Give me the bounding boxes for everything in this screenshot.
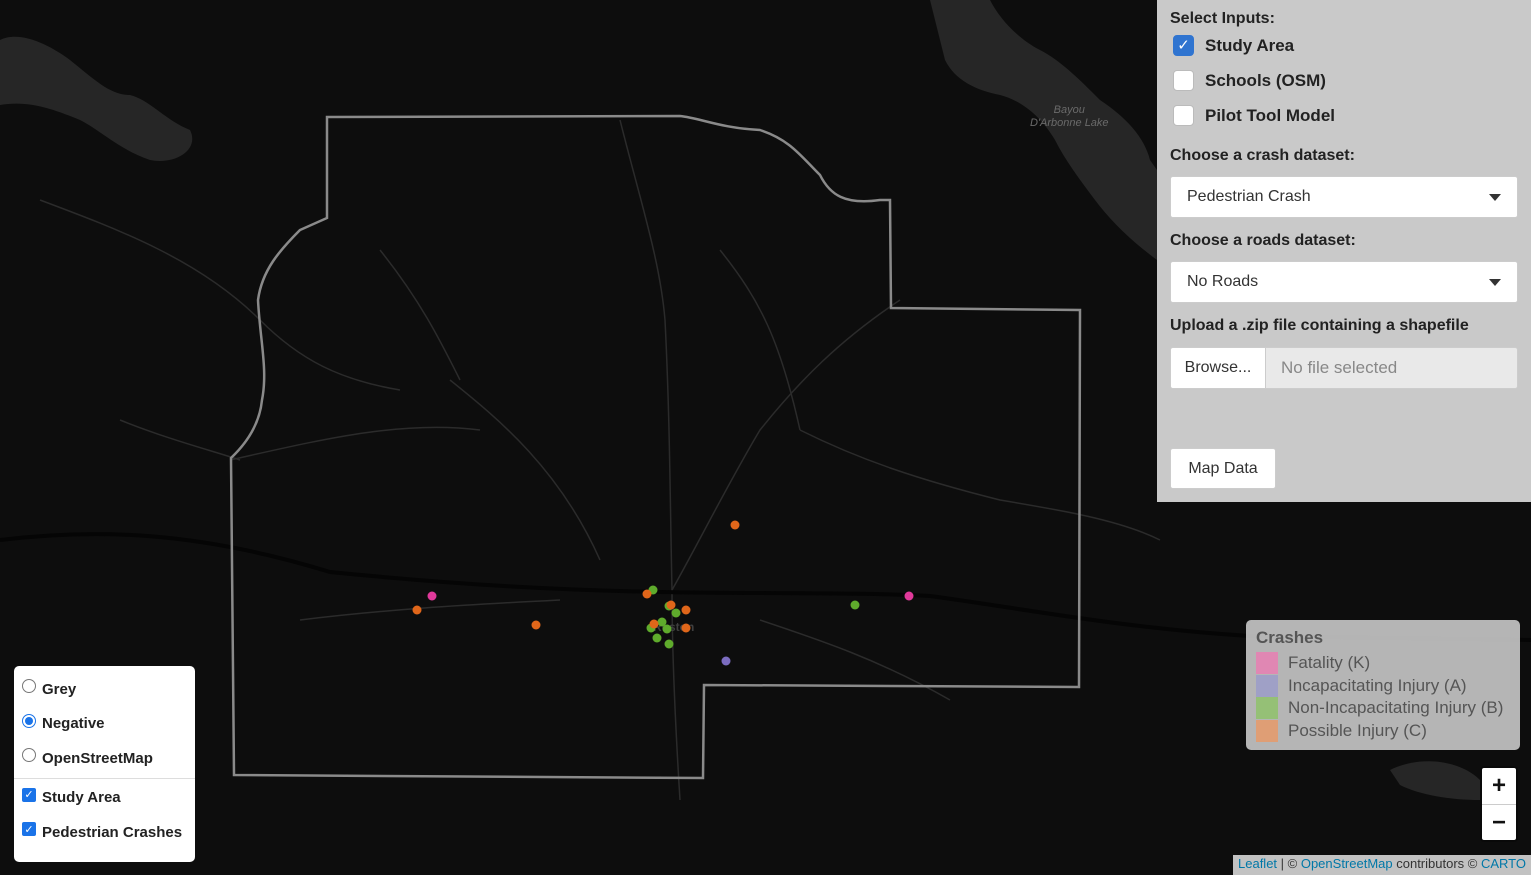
layer-label: OpenStreetMap [42,749,153,767]
zoom-in-button[interactable]: + [1482,768,1516,804]
legend-item-possible: Possible Injury (C) [1256,719,1510,743]
legend-label: Possible Injury (C) [1288,720,1427,740]
map-attribution: Leaflet | © OpenStreetMap contributors ©… [1233,855,1531,875]
layer-label: Negative [42,715,105,733]
radio-button[interactable] [22,679,36,694]
crash-marker-possible[interactable] [681,623,691,633]
input-label: Study Area [1205,35,1295,55]
crash-marker-non-incapacitating[interactable] [671,608,681,618]
crash-marker-incapacitating[interactable] [721,656,731,666]
input-label: Pilot Tool Model [1205,105,1335,125]
crash-marker-possible[interactable] [642,589,652,599]
crash-marker-possible[interactable] [730,520,740,530]
legend-label: Incapacitating Injury (A) [1288,675,1467,695]
select-value: Pedestrian Crash [1187,188,1311,205]
crash-marker-non-incapacitating[interactable] [850,600,860,610]
checkbox[interactable]: ✓ [22,822,36,837]
file-name-field[interactable]: No file selected [1266,347,1518,389]
attribution-text: contributors © [1392,856,1481,871]
crash-marker-fatality[interactable] [427,591,437,601]
radio-button[interactable] [22,713,36,728]
roads-dataset-select[interactable]: No Roads [1170,261,1518,303]
crash-marker-possible[interactable] [531,620,541,630]
leaflet-link[interactable]: Leaflet [1238,856,1277,871]
crash-dataset-select[interactable]: Pedestrian Crash [1170,176,1518,218]
check-icon: ✓ [1177,37,1190,54]
zoom-control: + − [1480,766,1518,842]
roads-dataset-label: Choose a roads dataset: [1170,232,1356,249]
layer-label: Grey [42,680,77,698]
select-inputs-heading: Select Inputs: [1170,10,1275,27]
select-value: No Roads [1187,273,1259,290]
legend-swatch [1256,674,1278,697]
checkbox[interactable] [1173,70,1194,91]
crash-dataset-label: Choose a crash dataset: [1170,147,1355,164]
layer-label: Study Area [42,789,121,807]
osm-link[interactable]: OpenStreetMap [1301,856,1393,871]
legend-item-non-incapacitating: Non-Incapacitating Injury (B) [1256,697,1510,720]
chevron-down-icon [1489,278,1501,286]
legend-title: Crashes [1256,628,1324,647]
crash-legend: Crashes Fatality (K) Incapacitating Inju… [1246,620,1520,750]
basemap-option-grey[interactable]: Grey [22,672,187,707]
crash-marker-possible[interactable] [649,619,659,629]
input-pilot-tool[interactable]: Pilot Tool Model [1173,98,1518,133]
browse-button[interactable]: Browse... [1170,347,1266,389]
crash-marker-non-incapacitating[interactable] [664,639,674,649]
radio-button[interactable] [22,748,36,763]
legend-item-incapacitating: Incapacitating Injury (A) [1256,674,1510,698]
checkbox[interactable]: ✓ [1173,35,1194,56]
chevron-down-icon [1489,193,1501,201]
legend-label: Fatality (K) [1288,653,1371,673]
legend-swatch [1256,697,1278,720]
zoom-out-button[interactable]: − [1482,804,1516,840]
layers-control: Grey Negative OpenStreetMap ✓ Study Area… [14,666,195,862]
checkbox[interactable] [1173,105,1194,126]
overlay-study-area[interactable]: ✓ Study Area [22,781,187,816]
upload-label: Upload a .zip file containing a shapefil… [1170,317,1469,334]
layers-divider [14,777,195,779]
input-label: Schools (OSM) [1205,70,1326,90]
crash-marker-non-incapacitating[interactable] [652,633,662,643]
attribution-text: | © [1277,856,1301,871]
checkbox[interactable]: ✓ [22,787,36,802]
map-data-button[interactable]: Map Data [1170,448,1276,489]
crash-marker-possible[interactable] [666,600,676,610]
legend-label: Non-Incapacitating Injury (B) [1288,698,1504,718]
file-upload: Browse... No file selected [1170,347,1518,389]
basemap-option-osm[interactable]: OpenStreetMap [22,741,187,776]
legend-item-fatality: Fatality (K) [1256,652,1510,675]
crash-marker-possible[interactable] [681,605,691,615]
legend-swatch [1256,652,1278,675]
crash-marker-non-incapacitating[interactable] [657,617,667,627]
crash-marker-possible[interactable] [412,605,422,615]
input-study-area[interactable]: ✓ Study Area [1173,28,1518,63]
overlay-pedestrian-crashes[interactable]: ✓ Pedestrian Crashes [22,815,187,850]
input-panel: Select Inputs: ✓ Study Area Schools (OSM… [1157,0,1531,502]
crash-marker-fatality[interactable] [904,591,914,601]
input-schools[interactable]: Schools (OSM) [1173,63,1518,98]
basemap-option-negative[interactable]: Negative [22,707,187,742]
layer-label: Pedestrian Crashes [42,823,183,841]
carto-link[interactable]: CARTO [1481,856,1526,871]
legend-swatch [1256,719,1278,742]
